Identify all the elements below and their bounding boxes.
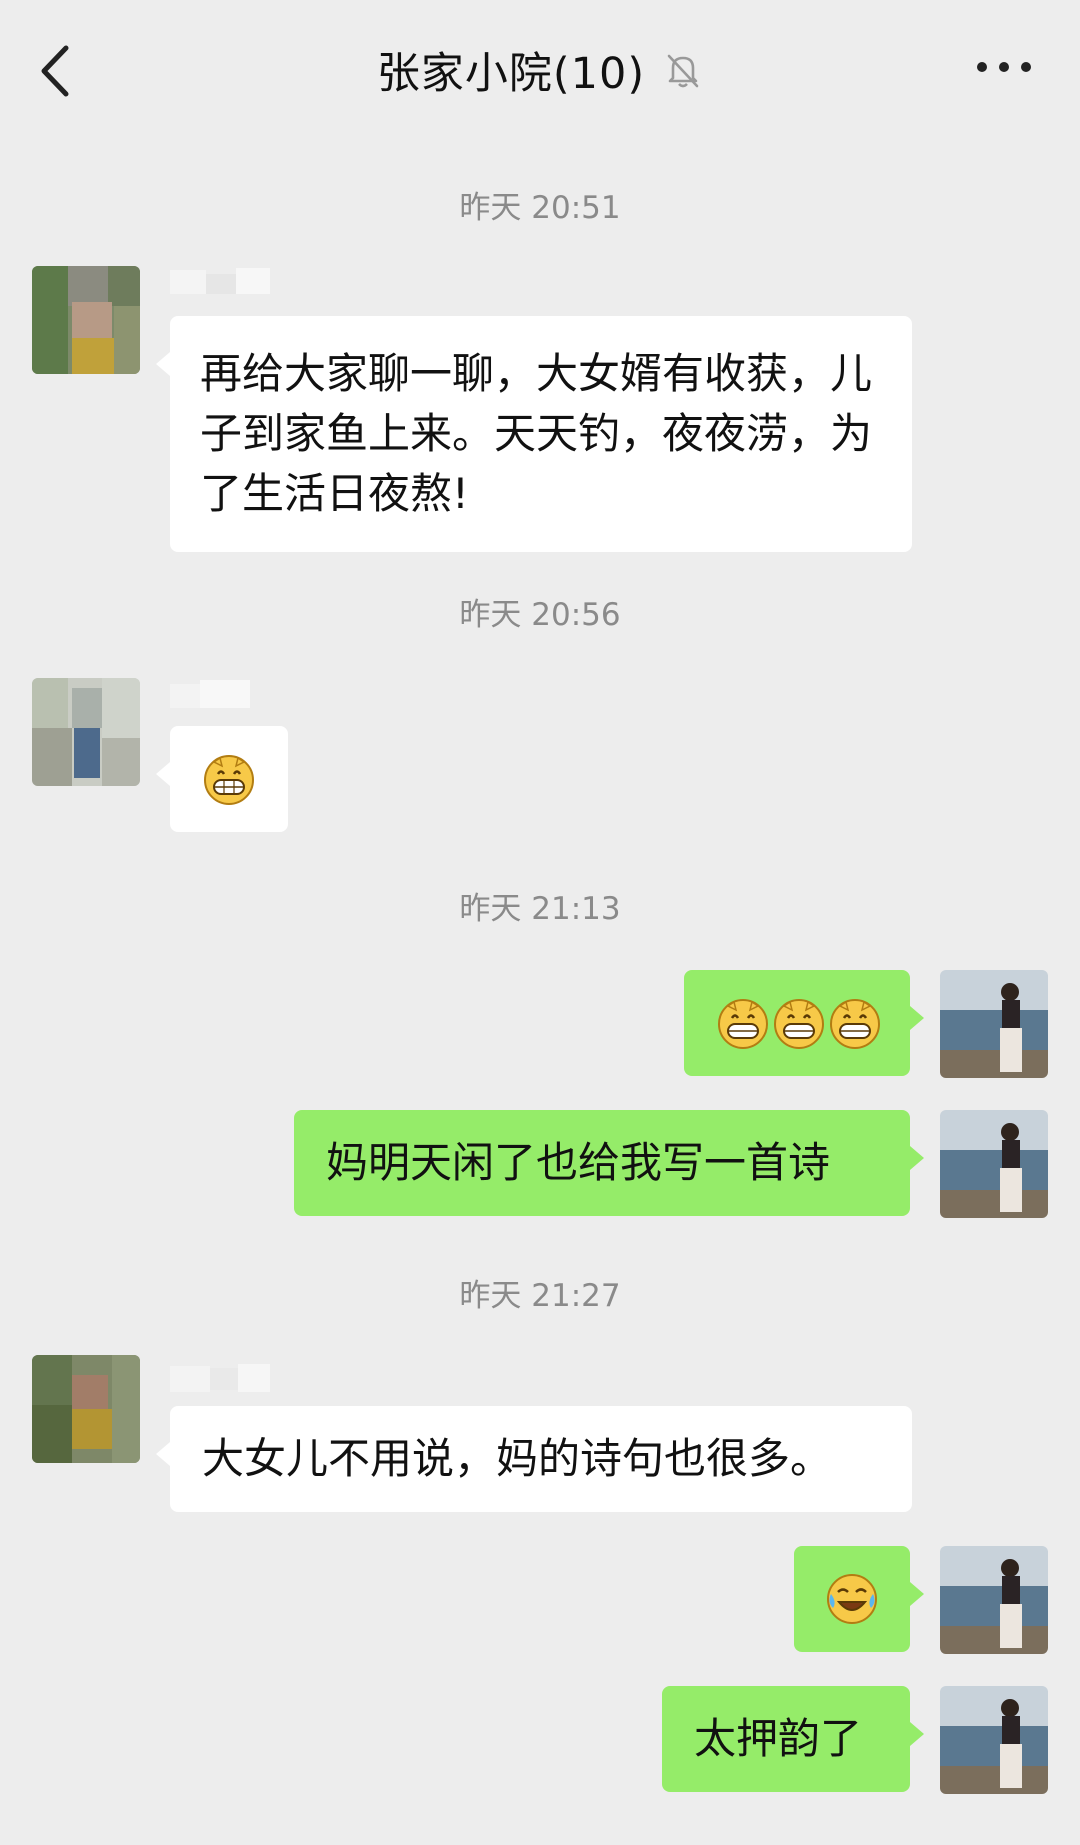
message-bubble[interactable] [156,726,288,832]
laugh-cry-emoji [827,1574,877,1624]
my-avatar[interactable] [940,1686,1048,1794]
timestamp: 昨天 21:27 [459,1278,621,1314]
message-bubble[interactable]: 再给大家聊一聊，大女婿有收获，儿子到家鱼上来。天天钓，夜夜涝，为了生活日夜熬! [156,316,912,552]
my-avatar[interactable] [940,1110,1048,1218]
message-bubble[interactable]: 大女儿不用说，妈的诗句也很多。 [156,1406,912,1512]
title-group: 张家小院(10) [0,40,1080,100]
timestamp: 昨天 20:56 [459,597,621,633]
timestamp: 昨天 21:13 [459,891,621,927]
message-bubble[interactable]: 太押韵了 [662,1686,924,1792]
grin-emoji [204,755,254,805]
bell-off-icon [667,54,699,88]
timestamp: 昨天 20:51 [459,190,621,226]
grin-emoji [718,999,880,1049]
avatar[interactable] [32,266,140,374]
chat-header: 张家小院(10) [0,0,1080,140]
message-bubble[interactable] [794,1546,924,1652]
sender-name-blurred [170,680,250,708]
message-bubble[interactable] [684,970,924,1076]
message-bubble[interactable]: 妈明天闲了也给我写一首诗 [294,1110,924,1216]
chat-title: 张家小院(10) [376,49,646,99]
avatar[interactable] [32,1355,140,1463]
avatar[interactable] [32,678,140,786]
my-avatar[interactable] [940,970,1048,1078]
my-avatar[interactable] [940,1546,1048,1654]
more-dots-icon[interactable] [974,52,1034,82]
sender-name-blurred [170,268,270,294]
sender-name-blurred [170,1364,270,1392]
